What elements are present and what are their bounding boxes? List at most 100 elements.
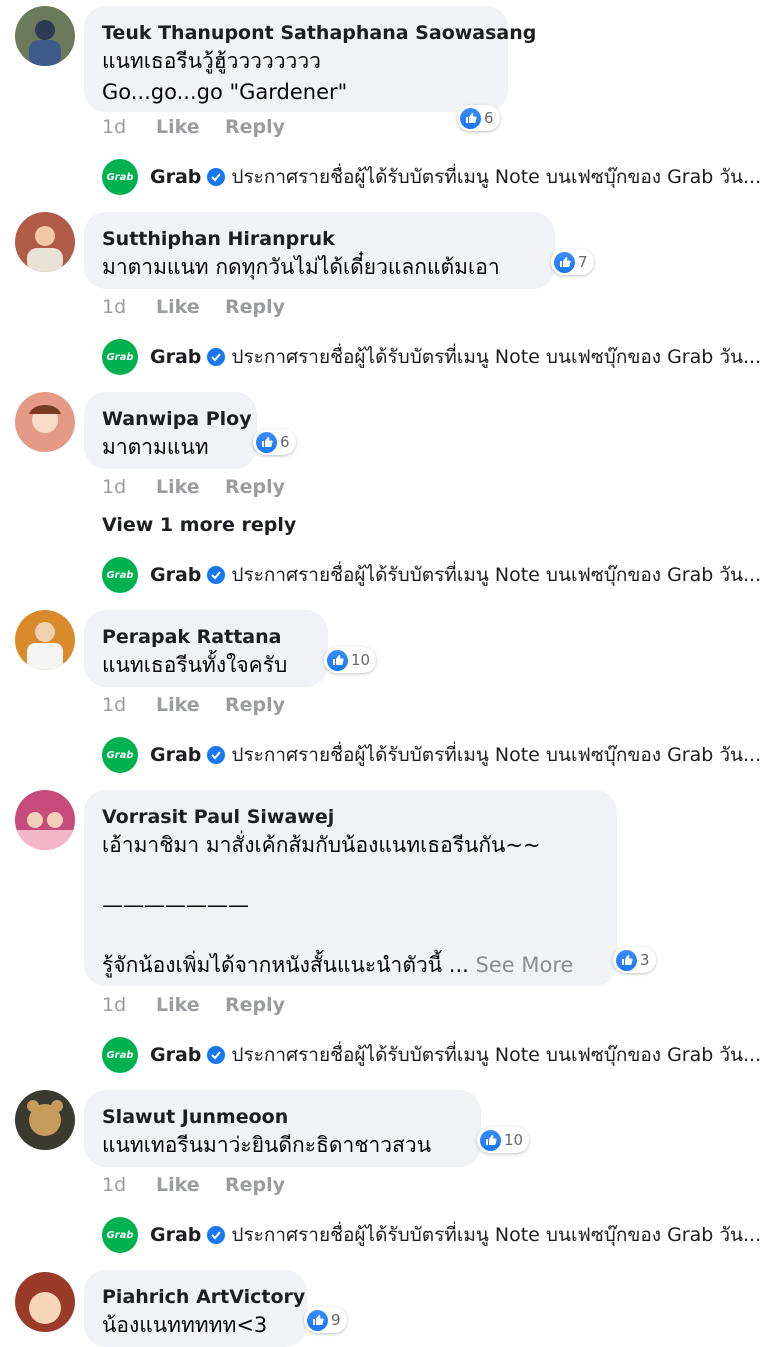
avatar[interactable] [15,212,75,272]
like-button[interactable]: Like [156,476,225,498]
reaction-count[interactable]: 6 [457,105,500,131]
thumbs-up-icon [307,1309,328,1331]
avatar[interactable] [15,1090,75,1150]
verified-badge-icon [207,168,226,186]
reply-author[interactable]: Grab [150,166,201,188]
grab-logo[interactable]: Grab [102,159,138,195]
comment-text [102,861,599,890]
grab-reply[interactable]: Grab Grab ประกาศรายชื่อผู้ได้รับบัตรที่เ… [102,159,761,195]
grab-reply[interactable]: Grab Grab ประกาศรายชื่อผู้ได้รับบัตรที่เ… [102,339,761,375]
comment-actions: 1d Like Reply [102,296,285,318]
reply-text[interactable]: ประกาศรายชื่อผู้ได้รับบัตรที่เมนู Note บ… [231,560,761,590]
timestamp[interactable]: 1d [102,994,156,1016]
timestamp[interactable]: 1d [102,1174,156,1196]
reply-text[interactable]: ประกาศรายชื่อผู้ได้รับบัตรที่เมนู Note บ… [231,740,761,770]
reply-button[interactable]: Reply [225,476,285,498]
grab-logo[interactable]: Grab [102,1037,138,1073]
comment-actions: 1d Like Reply [102,1174,285,1196]
comment-actions: 1d Like Reply [102,116,285,138]
grab-reply[interactable]: Grab Grab ประกาศรายชื่อผู้ได้รับบัตรที่เ… [102,1037,761,1073]
verified-badge-icon [207,348,226,366]
comment-actions: 1d Like Reply [102,694,285,716]
reaction-count[interactable]: 3 [613,947,656,973]
reply-text[interactable]: ประกาศรายชื่อผู้ได้รับบัตรที่เมนู Note บ… [231,162,761,192]
comment-text: ——————— [102,893,249,917]
comment-bubble: Wanwipa Ploy มาตามแนท [84,392,257,469]
comment-bubble: Vorrasit Paul Siwawej เอ้ามาชิมา มาสั่งเ… [84,790,617,986]
reply-button[interactable]: Reply [225,116,285,138]
reaction-count[interactable]: 7 [551,249,594,275]
comment-bubble: Sutthiphan Hiranpruk มาตามแนท กดทุกวันไม… [84,212,555,289]
avatar[interactable] [15,790,75,850]
grab-logo[interactable]: Grab [102,1217,138,1253]
avatar[interactable] [15,392,75,452]
comment-text: แนทเธอรีนทั้งใจครับ [102,653,288,677]
like-button[interactable]: Like [156,694,225,716]
grab-logo[interactable]: Grab [102,339,138,375]
reply-button[interactable]: Reply [225,296,285,318]
comment-text: มาตามแนท [102,435,209,459]
comment-actions: 1d Like Reply [102,476,285,498]
reaction-count[interactable]: 10 [324,647,377,673]
thumbs-up-icon [554,251,575,273]
comment-bubble: Teuk Thanupont Sathaphana Saowasang แนทเ… [84,6,536,112]
see-more-link[interactable]: See More [476,953,574,977]
timestamp[interactable]: 1d [102,296,156,318]
like-button[interactable]: Like [156,994,225,1016]
comment-text: เอ้ามาชิมา มาสั่งเค้กส้มกับน้องแนทเธอรีน… [102,833,541,857]
comment-bubble: Slawut Junmeoon แนทเทอรีนมาว่ะยินดีกะธิด… [84,1090,481,1167]
comment-author[interactable]: Vorrasit Paul Siwawej [102,804,599,830]
thumbs-up-icon [327,649,348,671]
timestamp[interactable]: 1d [102,116,156,138]
reply-text[interactable]: ประกาศรายชื่อผู้ได้รับบัตรที่เมนู Note บ… [231,1220,761,1250]
reply-author[interactable]: Grab [150,744,201,766]
comment-actions: 1d Like Reply [102,994,285,1016]
reaction-count[interactable]: 9 [304,1307,347,1333]
reaction-count[interactable]: 6 [253,429,296,455]
comment-author[interactable]: Piahrich ArtVictory [102,1284,305,1310]
comment-text: น้องแนททททท<3 [102,1313,268,1337]
comment-text: มาตามแนท กดทุกวันไม่ได้เดี๋ยวแลกแต้มเอา [102,255,500,279]
comment-author[interactable]: Perapak Rattana [102,624,310,650]
view-more-replies[interactable]: View 1 more reply [102,514,296,536]
thumbs-up-icon [480,1129,501,1151]
comment-author[interactable]: Sutthiphan Hiranpruk [102,226,537,252]
comment-text: แนทเธอรีนวู้ฮู้วววววววว [102,49,321,73]
comment-author[interactable]: Wanwipa Ploy [102,406,252,432]
reply-button[interactable]: Reply [225,694,285,716]
reply-text[interactable]: ประกาศรายชื่อผู้ได้รับบัตรที่เมนู Note บ… [231,1040,761,1070]
avatar[interactable] [15,6,75,66]
comment-text [102,921,599,950]
reaction-count[interactable]: 10 [477,1127,530,1153]
grab-reply[interactable]: Grab Grab ประกาศรายชื่อผู้ได้รับบัตรที่เ… [102,737,761,773]
reply-button[interactable]: Reply [225,1174,285,1196]
timestamp[interactable]: 1d [102,476,156,498]
avatar[interactable] [15,1272,75,1332]
comment-text: แนทเทอรีนมาว่ะยินดีกะธิดาชาวสวน [102,1133,432,1157]
grab-logo[interactable]: Grab [102,737,138,773]
like-button[interactable]: Like [156,296,225,318]
reply-author[interactable]: Grab [150,1224,201,1246]
avatar[interactable] [15,610,75,670]
grab-reply[interactable]: Grab Grab ประกาศรายชื่อผู้ได้รับบัตรที่เ… [102,1217,761,1253]
thumbs-up-icon [460,107,481,129]
comment-bubble: Perapak Rattana แนทเธอรีนทั้งใจครับ [84,610,328,687]
verified-badge-icon [207,1226,226,1244]
verified-badge-icon [207,1046,226,1064]
reply-button[interactable]: Reply [225,994,285,1016]
grab-logo[interactable]: Grab [102,557,138,593]
comment-author[interactable]: Teuk Thanupont Sathaphana Saowasang [102,20,536,46]
comment-author[interactable]: Slawut Junmeoon [102,1104,463,1130]
like-button[interactable]: Like [156,116,225,138]
timestamp[interactable]: 1d [102,694,156,716]
grab-reply[interactable]: Grab Grab ประกาศรายชื่อผู้ได้รับบัตรที่เ… [102,557,761,593]
like-button[interactable]: Like [156,1174,225,1196]
verified-badge-icon [207,746,226,764]
reply-author[interactable]: Grab [150,1044,201,1066]
reply-author[interactable]: Grab [150,564,201,586]
comment-text: Go...go...go "Gardener" [102,80,348,104]
reply-author[interactable]: Grab [150,346,201,368]
comment-text: รู้จักน้องเพิ่มได้จากหนังสั้นแนะนำตัวนี้… [102,953,574,977]
thumbs-up-icon [616,949,637,971]
reply-text[interactable]: ประกาศรายชื่อผู้ได้รับบัตรที่เมนู Note บ… [231,342,761,372]
